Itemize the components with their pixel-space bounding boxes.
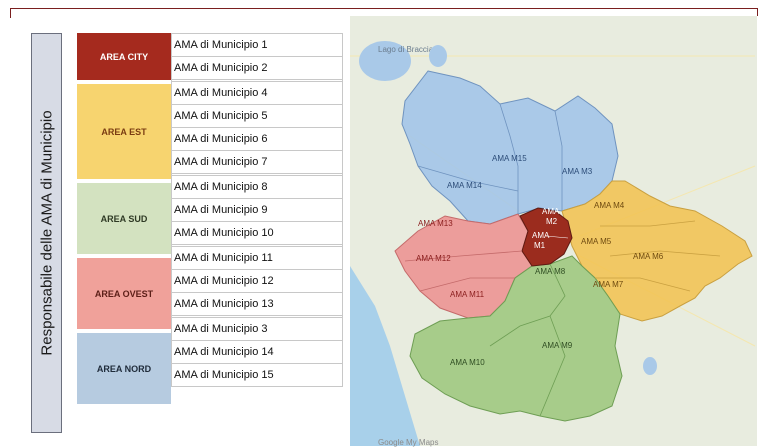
label-m4: AMA M4 (594, 201, 625, 210)
top-rule-right-tick (757, 8, 758, 16)
list-item: AMA di Municipio 15 (172, 364, 342, 387)
label-m6: AMA M6 (633, 252, 664, 261)
area-sud: AREA SUD (77, 183, 171, 254)
label-m1-b: M1 (534, 241, 546, 250)
area-city: AREA CITY (77, 33, 171, 80)
label-m12: AMA M12 (416, 254, 451, 263)
list-item: AMA di Municipio 14 (172, 341, 342, 364)
list-item: AMA di Municipio 5 (172, 105, 342, 128)
area-est: AREA EST (77, 84, 171, 179)
label-m11: AMA M11 (450, 290, 485, 299)
side-label: Responsabile delle AMA di Municipio (38, 110, 55, 356)
label-m2-b: M2 (546, 217, 558, 226)
list-item: AMA di Municipio 6 (172, 128, 342, 151)
label-m3: AMA M3 (562, 167, 593, 176)
area-ovest: AREA OVEST (77, 258, 171, 329)
list-item: AMA di Municipio 7 (172, 151, 342, 174)
list-item: AMA di Municipio 11 (172, 247, 342, 270)
list-item: AMA di Municipio 3 (172, 318, 342, 341)
label-m5: AMA M5 (581, 237, 612, 246)
list-item: AMA di Municipio 13 (172, 293, 342, 316)
label-m13: AMA M13 (418, 219, 453, 228)
label-m7: AMA M7 (593, 280, 624, 289)
label-m14: AMA M14 (447, 181, 482, 190)
label-m10: AMA M10 (450, 358, 485, 367)
map-canvas[interactable]: Lago di Bracciano AMA M15 AMA M14 AMA M3… (350, 16, 757, 446)
list-item: AMA di Municipio 10 (172, 222, 342, 245)
label-m9: AMA M9 (542, 341, 573, 350)
lake-albano (643, 357, 657, 375)
list-item: AMA di Municipio 1 (172, 34, 342, 57)
top-rule-left-tick (10, 8, 11, 18)
label-m15: AMA M15 (492, 154, 527, 163)
side-label-box: Responsabile delle AMA di Municipio (31, 33, 62, 433)
label-m1-a: AMA (532, 231, 550, 240)
municipio-list: AMA di Municipio 1 AMA di Municipio 2 AM… (171, 33, 343, 387)
zone-nord[interactable] (401, 70, 619, 225)
top-rule (10, 8, 758, 9)
lake-martignano (429, 45, 447, 67)
list-item: AMA di Municipio 8 (172, 176, 342, 199)
label-m2-a: AMA (542, 207, 560, 216)
list-item: AMA di Municipio 12 (172, 270, 342, 293)
area-nord: AREA NORD (77, 333, 171, 404)
list-item: AMA di Municipio 4 (172, 82, 342, 105)
list-item: AMA di Municipio 2 (172, 57, 342, 80)
list-item: AMA di Municipio 9 (172, 199, 342, 222)
label-m8: AMA M8 (535, 267, 566, 276)
rome-map[interactable]: Lago di Bracciano AMA M15 AMA M14 AMA M3… (350, 16, 757, 446)
